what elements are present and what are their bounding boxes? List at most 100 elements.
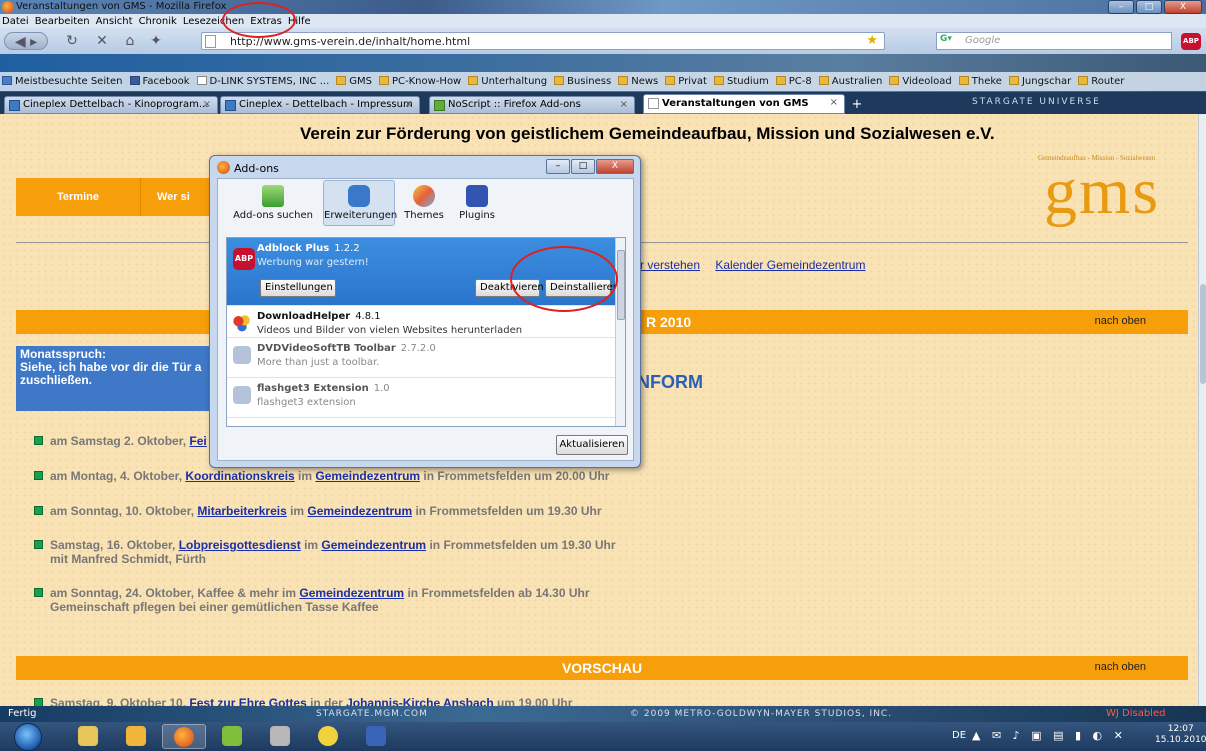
tab-noscript[interactable]: NoScript :: Firefox Add-ons × bbox=[429, 96, 635, 114]
search-input[interactable]: G▾ Google ⌕ bbox=[936, 32, 1191, 50]
dialog-title: Add-ons bbox=[234, 162, 279, 175]
bookmark-australien[interactable]: Australien bbox=[817, 72, 888, 91]
bookmark-privat[interactable]: Privat bbox=[663, 72, 712, 91]
wj-status[interactable]: WJ Disabled bbox=[1106, 708, 1165, 719]
folder-icon bbox=[1078, 76, 1089, 85]
event-link[interactable]: Koordinationskreis bbox=[185, 469, 294, 483]
bookmark-studium[interactable]: Studium bbox=[712, 72, 774, 91]
event-item: am Montag, 4. Oktober, Koordinationskrei… bbox=[34, 469, 609, 483]
new-tab-button[interactable]: + bbox=[848, 96, 866, 114]
nach-oben-link[interactable]: nach oben bbox=[1095, 661, 1146, 673]
taskbar-explorer[interactable] bbox=[66, 724, 110, 749]
addon-item-dvdvideosoft[interactable]: DVDVideoSoftTB Toolbar 2.7.2.0 More than … bbox=[227, 338, 616, 378]
bookmark-gms[interactable]: GMS bbox=[334, 72, 377, 91]
event-link[interactable]: Mitarbeiterkreis bbox=[197, 504, 286, 518]
link-kalender[interactable]: Kalender Gemeindezentrum bbox=[715, 258, 865, 272]
event-location-link[interactable]: Johannis-Kirche Ansbach bbox=[346, 696, 494, 706]
addon-item-flashget3[interactable]: flashget3 Extension 1.0 flashget3 extensi… bbox=[227, 378, 616, 418]
tab-veranstaltungen[interactable]: Veranstaltungen von GMS × bbox=[643, 94, 845, 114]
tab-close-icon[interactable]: × bbox=[405, 99, 413, 110]
noscript-button[interactable]: ✦ bbox=[146, 32, 166, 50]
tab-cineplex-impressum[interactable]: Cineplex - Dettelbach - Impressum × bbox=[220, 96, 420, 114]
addon-version: 2.7.2.0 bbox=[400, 343, 436, 354]
taskbar-messenger[interactable] bbox=[210, 724, 254, 749]
nach-oben-link[interactable]: nach oben bbox=[1095, 315, 1146, 327]
bookmark-videoload[interactable]: Videoload bbox=[887, 72, 956, 91]
tab-cineplex-kinoprogramm[interactable]: Cineplex Dettelbach - Kinoprogram... × bbox=[4, 96, 218, 114]
menu-bearbeiten[interactable]: Bearbeiten bbox=[32, 15, 93, 29]
page-scrollbar[interactable] bbox=[1198, 114, 1206, 706]
tab-close-icon[interactable]: × bbox=[620, 99, 628, 110]
tab-themes[interactable]: Themes bbox=[402, 185, 446, 221]
event-subtext: mit Manfred Schmidt, Fürth bbox=[50, 552, 206, 566]
start-button[interactable] bbox=[14, 723, 42, 751]
menu-chronik[interactable]: Chronik bbox=[136, 15, 180, 29]
clock[interactable]: 12:07 15.10.2010 bbox=[1155, 724, 1206, 746]
taskbar-winamp[interactable] bbox=[306, 724, 350, 749]
event-link[interactable]: Fei bbox=[189, 434, 206, 448]
bookmark-business[interactable]: Business bbox=[552, 72, 616, 91]
tab-close-icon[interactable]: × bbox=[203, 99, 211, 110]
maximize-button[interactable]: □ bbox=[1136, 0, 1162, 14]
menu-datei[interactable]: Datei bbox=[0, 15, 32, 29]
addons-dialog: Add-ons – □ X Add-ons suchen Erweiterung… bbox=[209, 155, 641, 468]
bookmark-unterhaltung[interactable]: Unterhaltung bbox=[466, 72, 552, 91]
menu-ansicht[interactable]: Ansicht bbox=[93, 15, 136, 29]
bookmark-dlink[interactable]: D-LINK SYSTEMS, INC ... bbox=[195, 72, 335, 91]
bookmark-meistbesuchte[interactable]: Meistbesuchte Seiten bbox=[0, 72, 128, 91]
taskbar-app[interactable] bbox=[114, 724, 158, 749]
section-bar-vorschau: VORSCHAU nach oben bbox=[16, 656, 1188, 680]
search-placeholder: Google bbox=[965, 35, 1001, 46]
annotation-circle-uninstall bbox=[510, 246, 618, 312]
close-button[interactable]: X bbox=[1164, 0, 1202, 14]
dialog-maximize-button[interactable]: □ bbox=[571, 159, 595, 174]
language-indicator[interactable]: DE bbox=[952, 730, 966, 741]
list-scrollbar[interactable] bbox=[615, 238, 625, 426]
bookmark-pc-know-how[interactable]: PC-Know-How bbox=[377, 72, 466, 91]
scrollbar-thumb[interactable] bbox=[1200, 284, 1206, 384]
home-button[interactable]: ⌂ bbox=[120, 32, 140, 50]
event-link[interactable]: Fest zur Ehre Gottes bbox=[189, 696, 306, 706]
taskbar-firefox[interactable] bbox=[162, 724, 206, 749]
update-button[interactable]: Aktualisieren bbox=[556, 435, 628, 455]
theme-copyright: © 2009 METRO-GOLDWYN-MAYER STUDIOS, INC. bbox=[630, 709, 893, 719]
bookmark-pc-8[interactable]: PC-8 bbox=[774, 72, 817, 91]
tab-close-icon[interactable]: × bbox=[830, 97, 838, 108]
event-location-link[interactable]: Gemeindezentrum bbox=[321, 538, 426, 552]
bookmark-facebook[interactable]: Facebook bbox=[128, 72, 195, 91]
folder-icon bbox=[336, 76, 347, 85]
taskbar-tool[interactable] bbox=[258, 724, 302, 749]
event-link[interactable]: Lobpreisgottesdienst bbox=[179, 538, 301, 552]
bookmark-theke[interactable]: Theke bbox=[957, 72, 1007, 91]
event-location-link[interactable]: Gemeindezentrum bbox=[315, 469, 420, 483]
event-location-link[interactable]: Gemeindezentrum bbox=[307, 504, 412, 518]
tab-plugins[interactable]: Plugins bbox=[454, 185, 500, 221]
url-bar[interactable]: http://www.gms-verein.de/inhalt/home.htm… bbox=[201, 32, 885, 50]
dialog-close-button[interactable]: X bbox=[596, 159, 634, 174]
event-location-link[interactable]: Gemeindezentrum bbox=[299, 586, 404, 600]
taskbar-word[interactable] bbox=[354, 724, 398, 749]
bullet-icon bbox=[34, 588, 43, 597]
reload-button[interactable]: ↻ bbox=[62, 32, 82, 50]
addon-description: Werbung war gestern! bbox=[257, 257, 369, 268]
bookmark-news[interactable]: News bbox=[616, 72, 663, 91]
dialog-minimize-button[interactable]: – bbox=[546, 159, 570, 174]
link-verstehen[interactable]: r verstehen bbox=[640, 258, 700, 272]
settings-button[interactable]: Einstellungen bbox=[260, 279, 336, 297]
bookmark-jungschar[interactable]: Jungschar bbox=[1007, 72, 1076, 91]
palette-icon bbox=[413, 185, 435, 207]
tab-addons-suchen[interactable]: Add-ons suchen bbox=[232, 185, 314, 221]
minimize-button[interactable]: – bbox=[1108, 0, 1134, 14]
scrollbar-thumb[interactable] bbox=[617, 250, 625, 320]
puzzle-icon bbox=[348, 185, 370, 207]
bookmark-star-icon[interactable]: ★ bbox=[866, 33, 878, 48]
nav-wer-sind-wir[interactable]: Wer si bbox=[141, 178, 216, 216]
bullet-icon bbox=[34, 436, 43, 445]
stop-button[interactable]: ✕ bbox=[92, 32, 112, 50]
tray-icons[interactable]: ▲ ✉ ♪ ▣ ▤ ▮ ◐ ✕ bbox=[972, 729, 1127, 742]
bookmark-router[interactable]: Router bbox=[1076, 72, 1129, 91]
tab-erweiterungen[interactable]: Erweiterungen bbox=[323, 180, 397, 226]
nav-termine[interactable]: Termine bbox=[16, 178, 141, 216]
adblock-plus-button[interactable]: ABP bbox=[1181, 33, 1201, 50]
back-button[interactable]: ◀ ▸ bbox=[4, 32, 48, 50]
